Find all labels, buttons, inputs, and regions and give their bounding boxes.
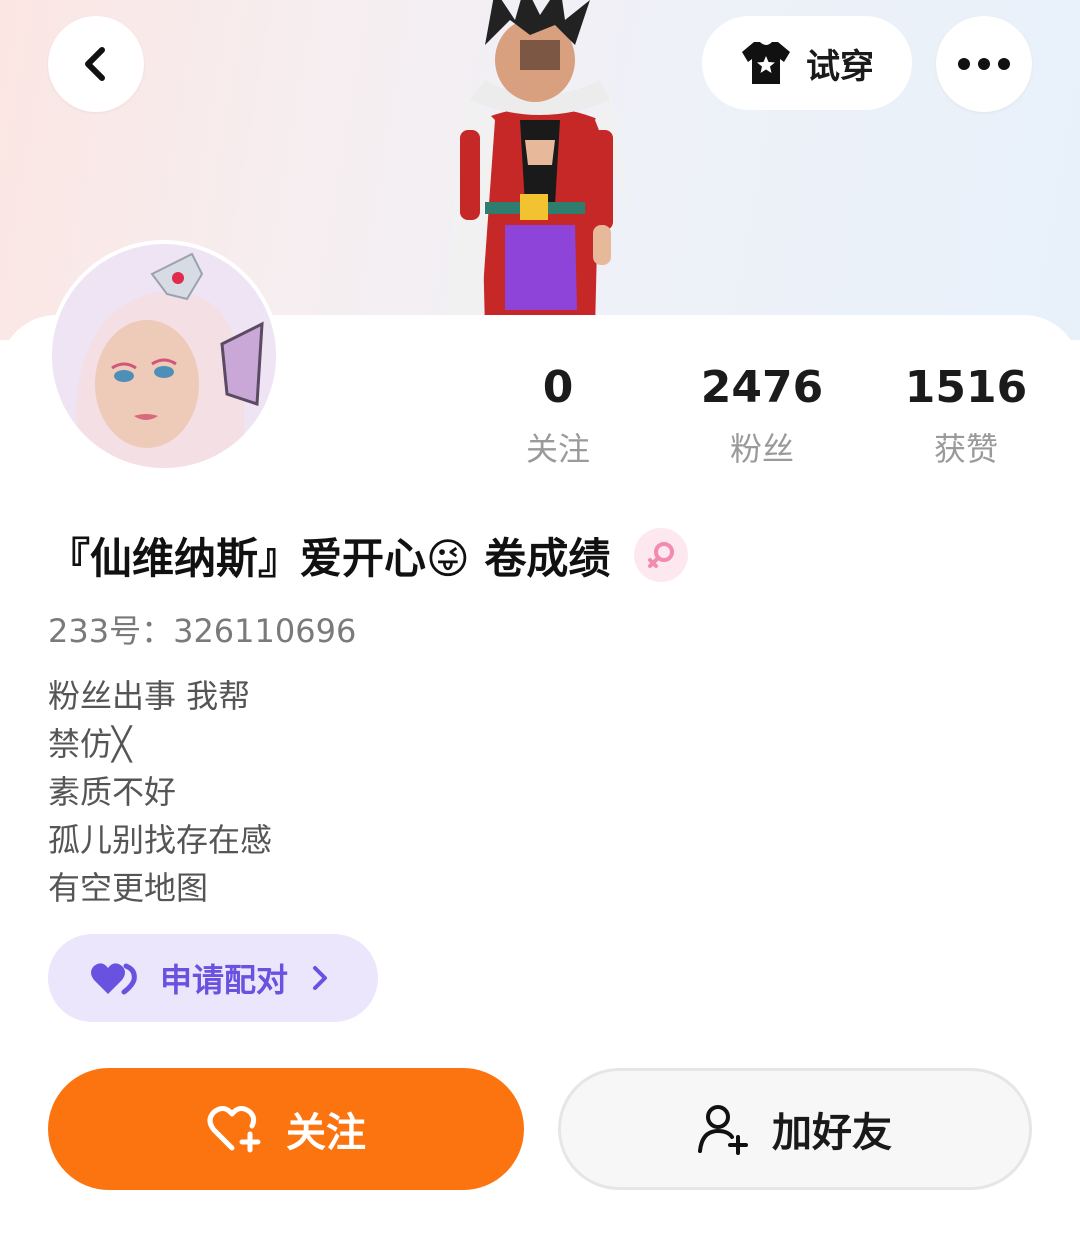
try-on-button[interactable]: 试穿 xyxy=(702,16,912,110)
add-friend-label: 加好友 xyxy=(772,1110,892,1156)
stat-likes-value: 1516 xyxy=(904,362,1028,413)
bio-line: 素质不好 xyxy=(48,773,177,811)
stat-following-label: 关注 xyxy=(525,430,590,468)
character-avatar-3d[interactable] xyxy=(425,0,645,330)
bio-line: 粉丝出事 我帮 xyxy=(48,677,251,715)
username-row: 『仙维纳斯』爱开心😜 卷成绩 xyxy=(48,520,689,590)
back-button[interactable] xyxy=(48,16,144,112)
female-icon xyxy=(634,528,689,582)
add-friend-icon xyxy=(698,1105,748,1155)
follow-button[interactable]: 关注 xyxy=(48,1068,524,1190)
stat-fans-label: 粉丝 xyxy=(729,430,794,468)
stat-following[interactable]: 0 关注 xyxy=(458,360,658,470)
bio-line: 孤儿别找存在感 xyxy=(48,821,273,859)
follow-label: 关注 xyxy=(286,1110,366,1156)
username: 『仙维纳斯』爱开心😜 卷成绩 xyxy=(48,533,611,583)
heart-plus-icon xyxy=(207,1106,261,1153)
bio-line: 禁仿╳ xyxy=(48,725,132,763)
avatar-image xyxy=(52,244,276,468)
try-on-label: 试穿 xyxy=(806,46,874,87)
user-id: 233号：326110696 xyxy=(48,612,357,650)
stat-fans[interactable]: 2476 粉丝 xyxy=(662,360,862,470)
heart-pair-icon xyxy=(91,963,137,995)
stat-likes-label: 获赞 xyxy=(933,430,998,468)
more-button[interactable] xyxy=(936,16,1032,112)
avatar[interactable] xyxy=(48,240,280,472)
stat-following-value: 0 xyxy=(542,362,574,413)
bio-line: 有空更地图 xyxy=(48,869,209,907)
stat-fans-value: 2476 xyxy=(700,362,824,413)
more-dots-icon xyxy=(958,58,1010,70)
chevron-right-icon xyxy=(313,966,328,990)
apply-pair-button[interactable]: 申请配对 xyxy=(48,934,378,1022)
stat-likes[interactable]: 1516 获赞 xyxy=(866,360,1066,470)
tshirt-star-icon xyxy=(742,42,790,84)
chevron-left-icon xyxy=(85,47,105,81)
add-friend-button[interactable]: 加好友 xyxy=(558,1068,1032,1190)
bio: 粉丝出事 我帮 禁仿╳ 素质不好 孤儿别找存在感 有空更地图 xyxy=(48,672,272,912)
apply-pair-label: 申请配对 xyxy=(160,961,289,999)
